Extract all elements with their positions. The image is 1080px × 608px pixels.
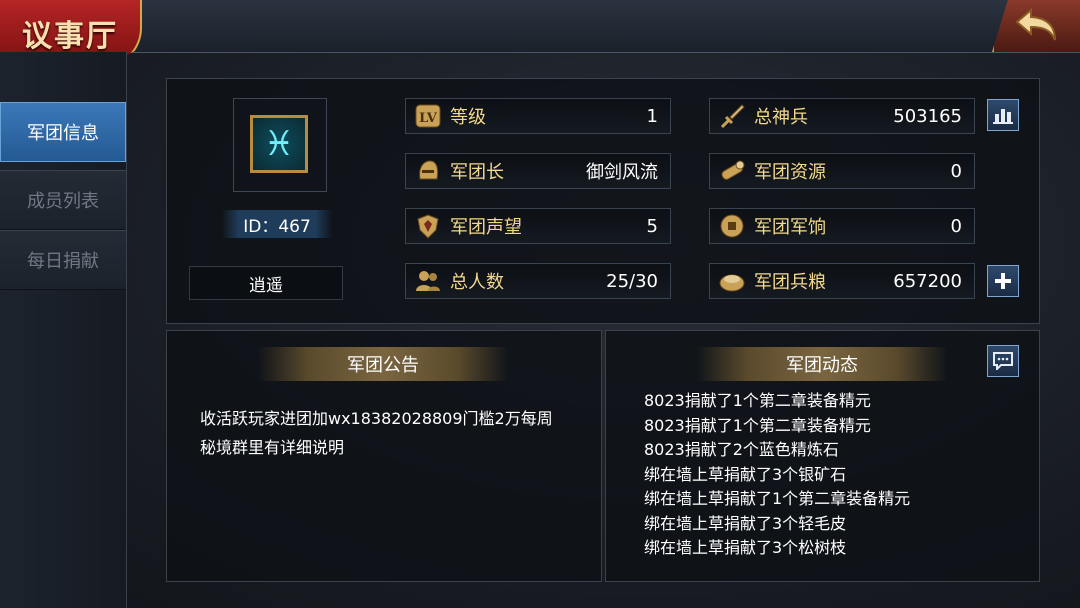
plus-icon xyxy=(995,273,1011,289)
emblem-frame: ♓ xyxy=(233,98,327,192)
stat-leader: 军团长 御剑风流 xyxy=(405,153,671,189)
shield-icon xyxy=(414,212,442,240)
nav-guild-info[interactable]: 军团信息 xyxy=(0,102,126,162)
log-icon xyxy=(718,157,746,185)
nav-member-list[interactable]: 成员列表 xyxy=(0,170,126,230)
helmet-icon xyxy=(414,157,442,185)
list-item: 8023捐献了2个蓝色精炼石 xyxy=(644,440,839,459)
side-nav: 军团信息 成员列表 每日捐献 xyxy=(0,52,127,608)
sword-icon xyxy=(718,102,746,130)
stat-pay: 军团军饷 0 xyxy=(709,208,975,244)
guild-id: ID：467 xyxy=(222,210,332,238)
list-item: 绑在墙上草捐献了3个轻毛皮 xyxy=(644,513,847,533)
add-provisions-button[interactable] xyxy=(987,265,1019,297)
list-item: 绑在墙上草捐献了1个第二章装备精元 xyxy=(644,489,911,508)
stat-provisions: 军团兵粮 657200 xyxy=(709,263,975,299)
level-icon: LV xyxy=(414,102,442,130)
ranking-icon xyxy=(993,109,1013,124)
list-item: 8023捐献了1个第二章装备精元 xyxy=(644,415,871,435)
grain-icon xyxy=(718,267,746,295)
stat-member-count: 总人数 25/30 xyxy=(405,263,671,299)
svg-text:LV: LV xyxy=(419,111,438,126)
stat-total-weapons: 总神兵 503165 xyxy=(709,98,975,134)
list-item: 绑在墙上草捐献了3个银矿石 xyxy=(644,464,847,484)
back-arrow-icon xyxy=(1015,7,1056,41)
stat-level: LV 等级 1 xyxy=(405,98,671,134)
pisces-emblem-icon: ♓ xyxy=(250,115,308,173)
activity-feed: 8023捐献了1个第二章装备精元 8023捐献了1个第二章装备精元 8023捐献… xyxy=(644,389,1014,561)
list-item: 8023捐献了1个第二章装备精元 xyxy=(644,391,871,410)
activity-title: 军团动态 xyxy=(697,347,947,381)
chat-bubble-icon xyxy=(993,352,1013,370)
ranking-button[interactable] xyxy=(987,99,1019,131)
nav-daily-donation[interactable]: 每日捐献 xyxy=(0,230,126,290)
announcement-title: 军团公告 xyxy=(258,347,508,381)
stat-resources: 军团资源 0 xyxy=(709,153,975,189)
top-bar xyxy=(0,0,1080,53)
chat-button[interactable] xyxy=(987,345,1019,377)
guild-name: 逍遥 xyxy=(189,266,343,300)
announcement-text: 收活跃玩家进团加wx18382028809门槛2万每周 秘境群里有详细说明 xyxy=(200,409,553,457)
coin-icon xyxy=(718,212,746,240)
people-icon xyxy=(414,267,442,295)
stat-reputation: 军团声望 5 xyxy=(405,208,671,244)
list-item: 绑在墙上草捐献了3个松树枝 xyxy=(644,538,847,557)
